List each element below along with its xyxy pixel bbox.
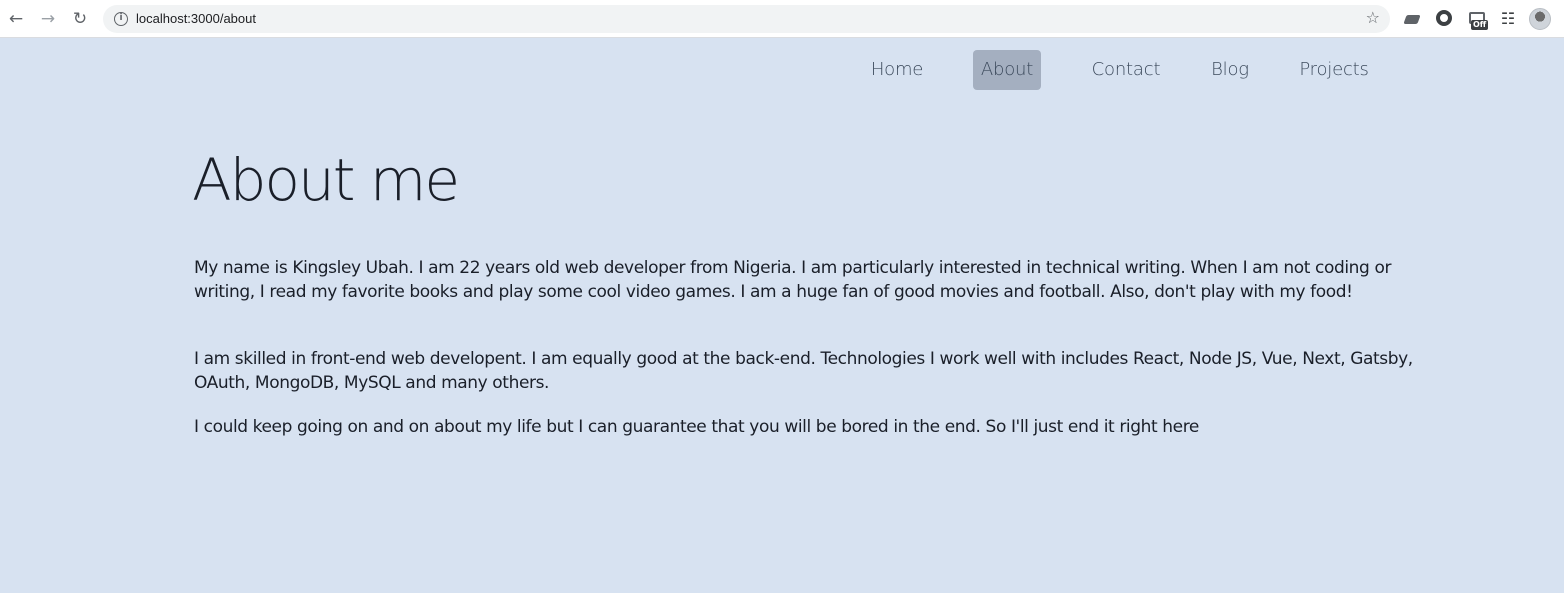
nav-link-home[interactable]: Home (862, 50, 932, 90)
about-paragraph-intro: My name is Kingsley Ubah. I am 22 years … (194, 258, 1392, 302)
reload-icon[interactable]: ↻ (70, 9, 90, 29)
address-bar[interactable]: i localhost:3000/about ☆ (103, 5, 1390, 33)
profile-avatar[interactable] (1529, 8, 1551, 30)
info-icon[interactable]: i (114, 12, 128, 26)
extension-off-icon[interactable]: Off (1467, 9, 1489, 30)
page-title: About me (192, 146, 460, 214)
nav-link-projects[interactable]: Projects (1290, 50, 1378, 90)
about-paragraph-closing: I could keep going on and on about my li… (194, 417, 1199, 437)
browser-toolbar: ← → ↻ i localhost:3000/about ☆ Off ☷ (0, 0, 1564, 38)
nav-link-blog[interactable]: Blog (1202, 50, 1258, 90)
puzzle-icon[interactable]: ☷ (1498, 9, 1518, 29)
back-arrow-icon[interactable]: ← (6, 9, 26, 29)
forward-arrow-icon[interactable]: → (38, 9, 58, 29)
url-text[interactable]: localhost:3000/about (136, 11, 256, 26)
bookmark-star-icon[interactable]: ☆ (1366, 8, 1380, 27)
site-nav: Home About Contact Blog Projects (0, 50, 1564, 90)
nav-link-about[interactable]: About (973, 50, 1041, 90)
extension-record-icon[interactable] (1435, 9, 1455, 29)
extension-off-badge: Off (1471, 20, 1489, 30)
nav-link-contact[interactable]: Contact (1082, 50, 1170, 90)
extension-card-icon[interactable] (1403, 9, 1423, 29)
about-paragraph-skills: I am skilled in front-end web developent… (194, 349, 1413, 393)
